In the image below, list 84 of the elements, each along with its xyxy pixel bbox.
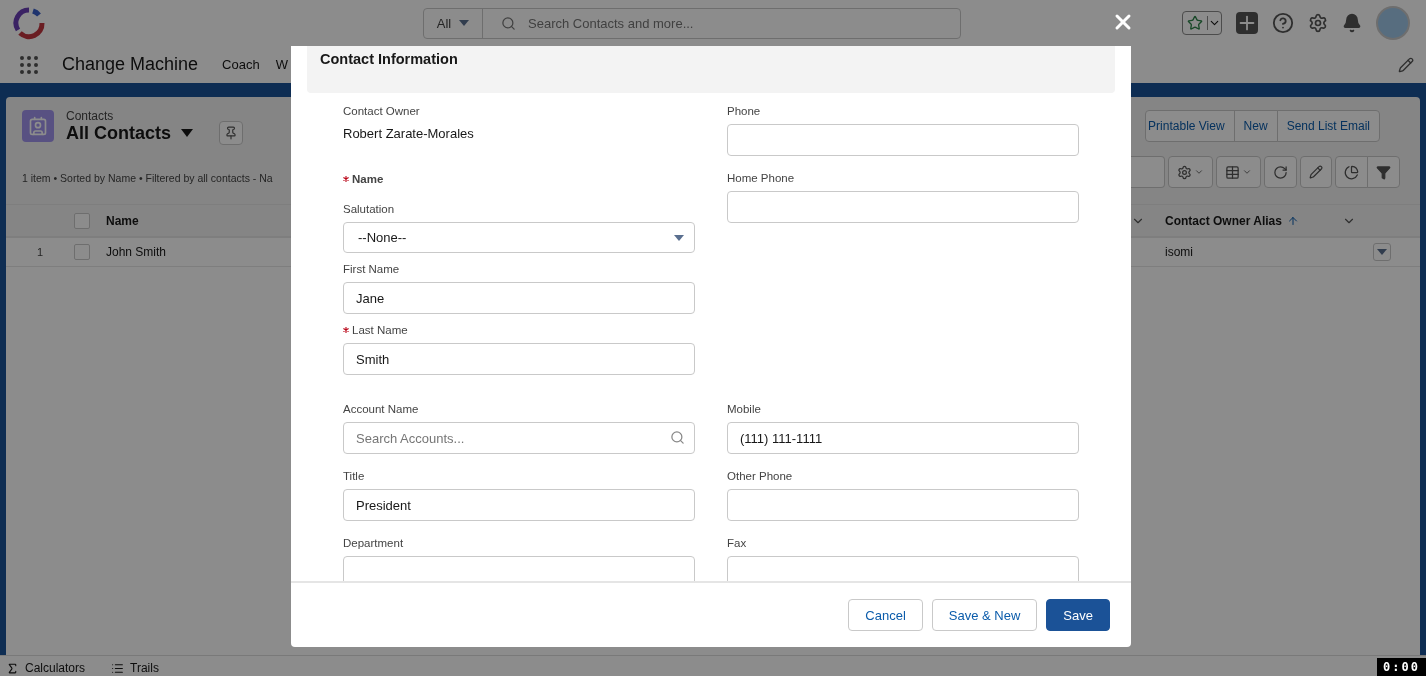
field-label: Salutation xyxy=(343,202,395,217)
field-label: Contact Owner xyxy=(343,104,421,119)
caret-icon xyxy=(1242,167,1252,177)
refresh-icon xyxy=(1273,164,1288,180)
pin-icon xyxy=(224,126,238,140)
required-icon xyxy=(343,327,349,333)
filter-button[interactable] xyxy=(1367,156,1400,188)
input-field[interactable] xyxy=(727,489,1079,521)
list-icon xyxy=(111,661,125,675)
edit-icon[interactable] xyxy=(1398,56,1414,73)
refresh-button[interactable] xyxy=(1264,156,1297,188)
input-field[interactable] xyxy=(343,556,695,581)
help-icon[interactable] xyxy=(1272,12,1294,34)
field-label: Fax xyxy=(727,536,747,551)
pin-button[interactable] xyxy=(219,121,243,145)
settings-icon xyxy=(1177,164,1192,180)
table-view-button[interactable] xyxy=(1216,156,1261,188)
sigma-icon xyxy=(6,661,19,675)
filter-icon xyxy=(1376,164,1391,180)
field-label: Other Phone xyxy=(727,469,793,484)
field-label: Last Name xyxy=(352,323,408,338)
field-label: Title xyxy=(343,469,365,484)
utility-item[interactable]: Calculators xyxy=(6,661,86,676)
recording-timer: 0:00 xyxy=(1377,658,1426,676)
footer-button[interactable]: Cancel xyxy=(848,599,923,631)
list-search-field[interactable] xyxy=(1131,156,1165,188)
edit-button[interactable] xyxy=(1300,156,1332,188)
field-label: Mobile xyxy=(727,402,761,417)
input-field[interactable] xyxy=(727,556,1079,581)
field-label: Account Name xyxy=(343,402,419,417)
group-label: Name xyxy=(352,172,384,187)
input-field[interactable]: (111) 111-1111 xyxy=(727,422,1079,454)
field-label: Home Phone xyxy=(727,171,795,186)
logo-icon xyxy=(12,6,46,40)
list-view-title[interactable]: All Contacts xyxy=(66,122,171,144)
pencil-icon xyxy=(1309,165,1323,179)
section-heading: Contact Information xyxy=(307,46,1115,93)
nav-item[interactable]: Coach xyxy=(222,57,260,72)
table-icon xyxy=(1225,164,1240,180)
caret-icon[interactable] xyxy=(181,129,193,137)
nav-item[interactable]: W xyxy=(275,57,288,72)
checkbox[interactable] xyxy=(74,244,90,260)
settings-icon[interactable] xyxy=(1308,13,1328,33)
input-field[interactable] xyxy=(727,124,1079,156)
utility-item[interactable]: Trails xyxy=(111,661,159,676)
search-icon xyxy=(670,430,685,445)
input-field[interactable]: President xyxy=(343,489,695,521)
chart-button[interactable] xyxy=(1335,156,1368,188)
caret-icon xyxy=(1207,16,1221,30)
app-name: Change Machine xyxy=(62,54,199,75)
row-menu-button[interactable] xyxy=(1373,243,1391,261)
input-field[interactable] xyxy=(727,191,1079,223)
checkbox[interactable] xyxy=(74,212,90,229)
favorites-button[interactable] xyxy=(1182,11,1222,35)
salutation-select[interactable]: --None-- xyxy=(343,222,695,253)
field-label: Department xyxy=(343,536,404,551)
owner-name: Robert Zarate-Morales xyxy=(343,125,475,143)
row-number: 1 xyxy=(35,246,45,258)
action-button[interactable]: New xyxy=(1233,110,1278,142)
caret-icon xyxy=(1377,249,1387,255)
footer-button[interactable]: Save & New xyxy=(931,599,1038,631)
settings-button[interactable] xyxy=(1168,156,1213,188)
column-header[interactable]: Contact Owner Alias xyxy=(1155,213,1364,228)
input-field[interactable]: Jane xyxy=(343,282,695,314)
table-cell-text: John Smith xyxy=(105,245,168,259)
field-label: First Name xyxy=(343,262,400,277)
plus-icon[interactable] xyxy=(1236,12,1258,34)
contact-card-icon xyxy=(22,110,54,142)
pie-chart-icon xyxy=(1344,164,1359,180)
lookup-field[interactable]: Search Accounts... xyxy=(343,422,695,454)
caret-icon xyxy=(674,234,684,241)
bell-icon[interactable] xyxy=(1342,13,1362,33)
list-summary: 1 item • Sorted by Name • Filtered by all contacts - Na xyxy=(22,172,273,184)
save-button[interactable]: Save xyxy=(1046,599,1110,631)
table-cell-text: isomi xyxy=(1164,245,1194,259)
object-label: Contacts xyxy=(66,108,115,123)
column-header[interactable]: Name xyxy=(96,213,291,228)
star-icon xyxy=(1187,15,1203,31)
field-label: Phone xyxy=(727,104,761,119)
caret-icon xyxy=(1194,167,1204,177)
action-button[interactable]: Send List Email xyxy=(1276,110,1380,142)
input-field[interactable]: Smith xyxy=(343,343,695,375)
required-icon xyxy=(343,176,349,182)
action-button[interactable]: Printable View xyxy=(1145,110,1235,142)
